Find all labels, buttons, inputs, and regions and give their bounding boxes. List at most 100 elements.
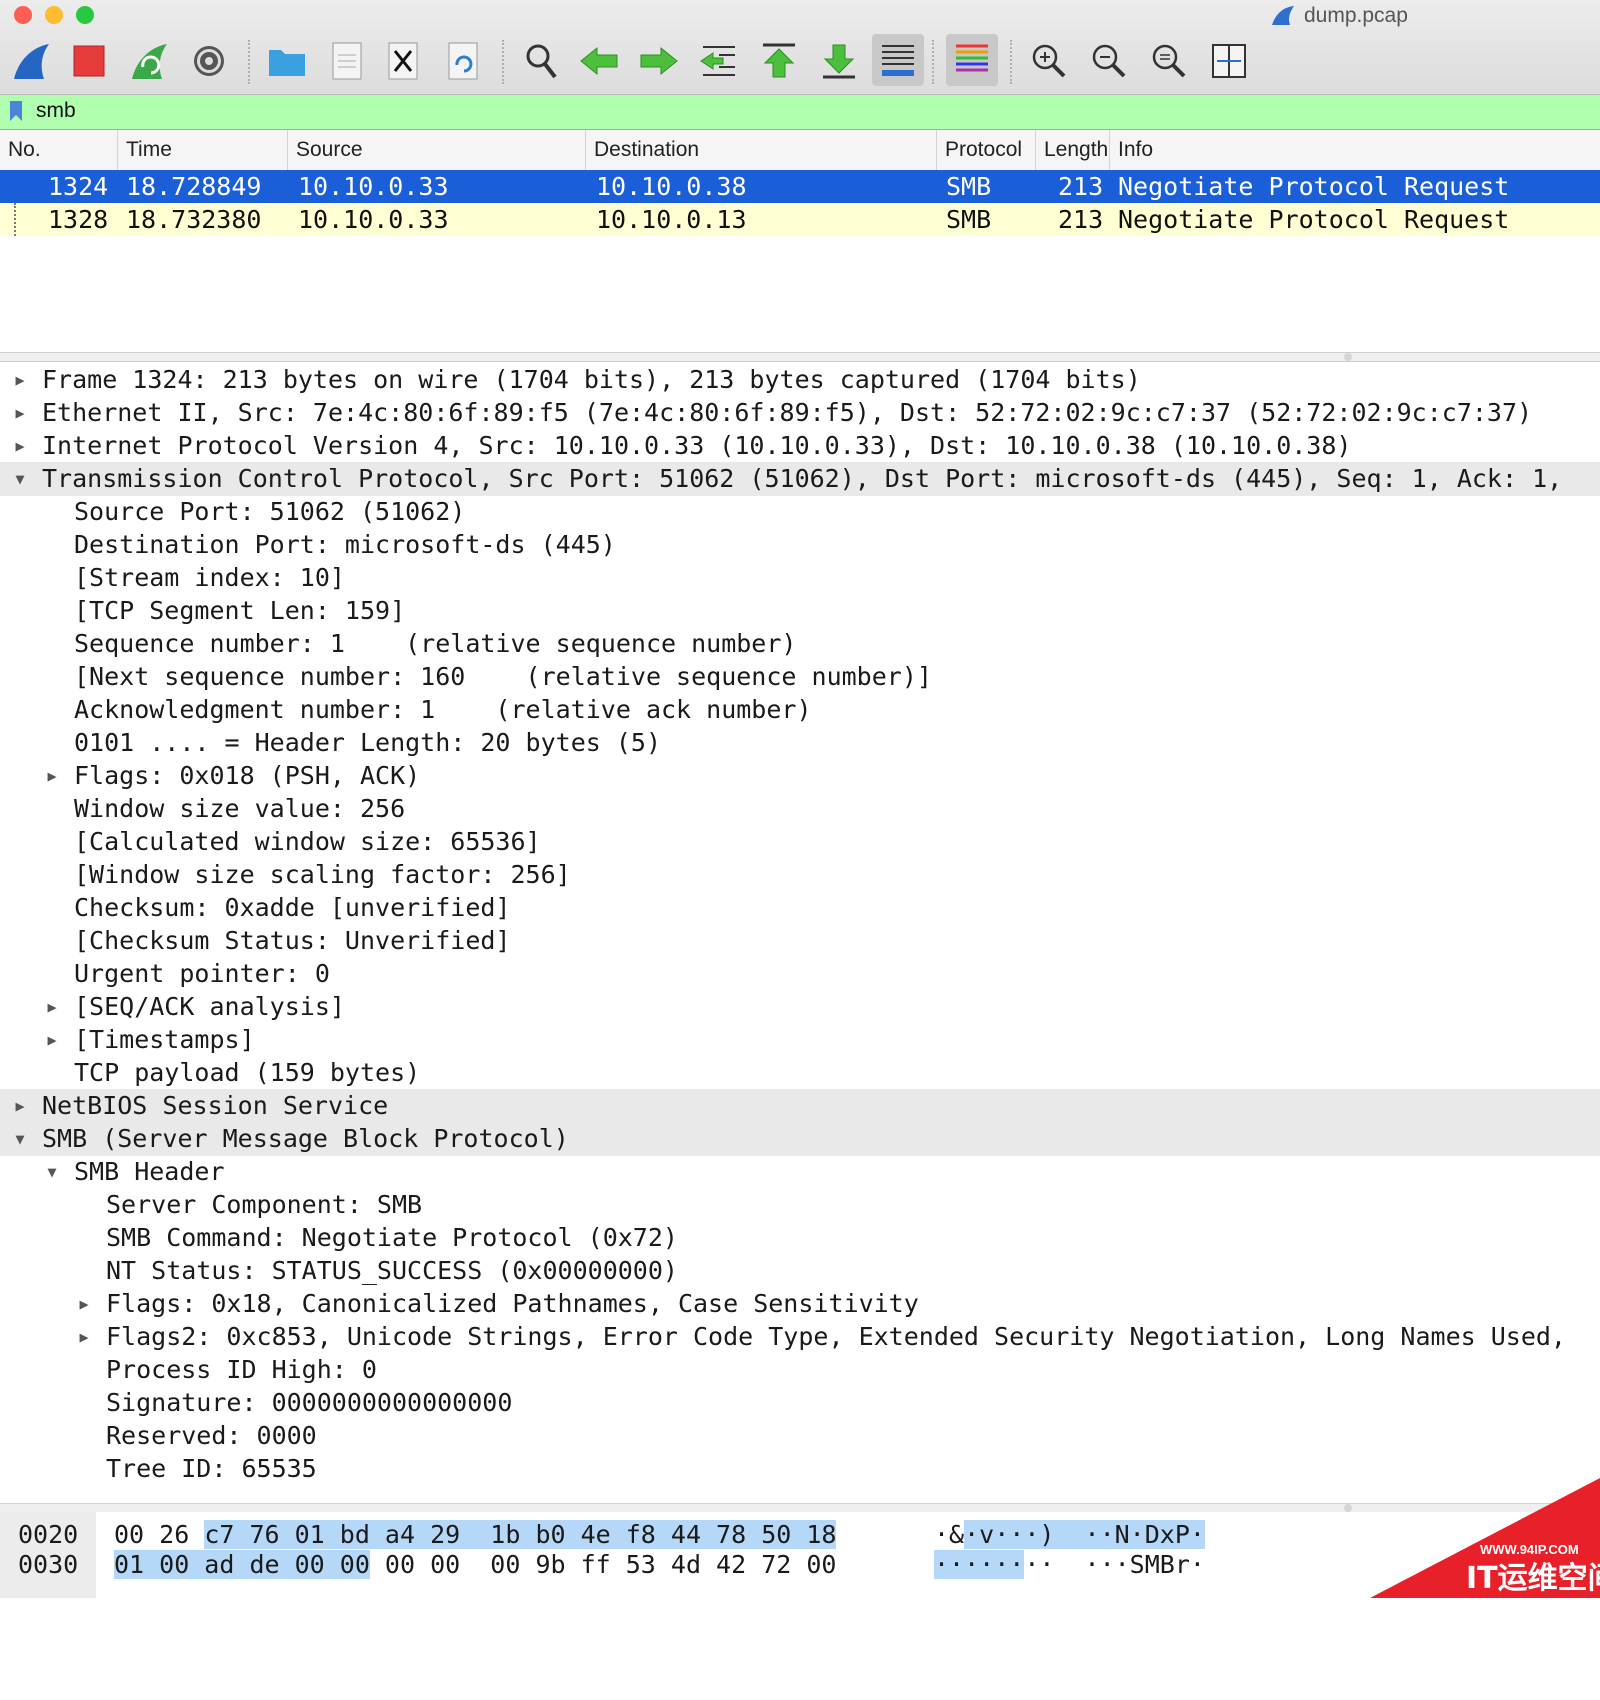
- packet-row[interactable]: 1328 18.732380 10.10.0.33 10.10.0.13 SMB…: [0, 203, 1600, 236]
- toolbar-separator: [502, 40, 505, 84]
- detail-tree-item[interactable]: NT Status: STATUS_SUCCESS (0x00000000): [0, 1254, 1600, 1288]
- packet-row[interactable]: 1324 18.728849 10.10.0.33 10.10.0.38 SMB…: [0, 170, 1600, 203]
- detail-tree-item[interactable]: ▶ Frame 1324: 213 bytes on wire (1704 bit…: [0, 363, 1600, 397]
- disclosure-collapsed-icon[interactable]: ▶: [10, 1089, 30, 1123]
- detail-tree-item[interactable]: Server Component: SMB: [0, 1188, 1600, 1222]
- detail-tree-item[interactable]: [Next sequence number: 160 (relative seq…: [0, 660, 1600, 694]
- auto-scroll-button[interactable]: [872, 34, 924, 86]
- detail-tree-item[interactable]: ▶ [SEQ/ACK analysis]: [0, 990, 1600, 1024]
- detail-tree-item[interactable]: ▶ Flags2: 0xc853, Unicode Strings, Error …: [0, 1320, 1600, 1354]
- detail-tree-text: [SEQ/ACK analysis]: [74, 992, 345, 1021]
- save-file-icon: [332, 42, 362, 80]
- find-packet-button[interactable]: [518, 38, 564, 84]
- column-header-info[interactable]: Info: [1110, 130, 1600, 170]
- minimize-window-button[interactable]: [45, 6, 63, 24]
- zoom-window-button[interactable]: [76, 6, 94, 24]
- disclosure-collapsed-icon[interactable]: ▶: [10, 396, 30, 430]
- detail-tree-item[interactable]: Signature: 0000000000000000: [0, 1386, 1600, 1420]
- column-header-length[interactable]: Length: [1036, 130, 1110, 170]
- detail-tree-item[interactable]: ▼ SMB (Server Message Block Protocol): [0, 1122, 1600, 1156]
- detail-tree-item[interactable]: ▶ Flags: 0x18, Canonicalized Pathnames, C…: [0, 1287, 1600, 1321]
- detail-tree-text: Sequence number: 1 (relative sequence nu…: [74, 629, 797, 658]
- detail-tree-item[interactable]: ▶ Ethernet II, Src: 7e:4c:80:6f:89:f5 (7e…: [0, 396, 1600, 430]
- detail-tree-item[interactable]: Urgent pointer: 0: [0, 957, 1600, 991]
- detail-tree-item[interactable]: TCP payload (159 bytes): [0, 1056, 1600, 1090]
- packet-list: No. Time Source Destination Protocol Len…: [0, 130, 1600, 353]
- start-capture-button[interactable]: [8, 38, 54, 84]
- detail-tree-item[interactable]: ▶ NetBIOS Session Service: [0, 1089, 1600, 1123]
- detail-tree-item[interactable]: [TCP Segment Len: 159]: [0, 594, 1600, 628]
- detail-tree-item[interactable]: Reserved: 0000: [0, 1419, 1600, 1453]
- bytes-row[interactable]: 0030 01 00 ad de 00 00 00 00 00 9b ff 53…: [0, 1550, 1600, 1580]
- detail-tree-item[interactable]: Destination Port: microsoft-ds (445): [0, 528, 1600, 562]
- disclosure-collapsed-icon[interactable]: ▶: [74, 1320, 94, 1354]
- disclosure-collapsed-icon[interactable]: ▶: [10, 429, 30, 463]
- zoom-in-button[interactable]: [1026, 38, 1072, 84]
- splitter-handle[interactable]: [1344, 1504, 1352, 1512]
- detail-tree-item[interactable]: Sequence number: 1 (relative sequence nu…: [0, 627, 1600, 661]
- go-last-packet-button[interactable]: [816, 38, 862, 84]
- detail-tree-item[interactable]: [Window size scaling factor: 256]: [0, 858, 1600, 892]
- restart-capture-button[interactable]: [126, 38, 172, 84]
- bytes-hex-rest: 00 00 00 9b ff 53 4d 42 72 00: [369, 1550, 837, 1579]
- detail-tree-item[interactable]: ▼ SMB Header: [0, 1155, 1600, 1189]
- detail-tree-item[interactable]: 0101 .... = Header Length: 20 bytes (5): [0, 726, 1600, 760]
- detail-tree-item[interactable]: ▶ Flags: 0x018 (PSH, ACK): [0, 759, 1600, 793]
- pane-splitter[interactable]: [0, 352, 1600, 362]
- bytes-offset: 0030: [18, 1550, 79, 1579]
- detail-tree-item[interactable]: Window size value: 256: [0, 792, 1600, 826]
- capture-options-button[interactable]: [186, 38, 232, 84]
- column-header-time[interactable]: Time: [118, 130, 288, 170]
- detail-tree-text: SMB (Server Message Block Protocol): [42, 1124, 569, 1153]
- go-forward-button[interactable]: [636, 38, 682, 84]
- detail-tree-item[interactable]: Source Port: 51062 (51062): [0, 495, 1600, 529]
- close-file-button[interactable]: [380, 38, 426, 84]
- disclosure-expanded-icon[interactable]: ▼: [10, 462, 30, 496]
- column-header-protocol[interactable]: Protocol: [937, 130, 1036, 170]
- close-window-button[interactable]: [14, 6, 32, 24]
- disclosure-collapsed-icon[interactable]: ▶: [74, 1287, 94, 1321]
- detail-tree-item[interactable]: [Calculated window size: 65536]: [0, 825, 1600, 859]
- column-header-no[interactable]: No.: [0, 130, 118, 170]
- normal-size-button[interactable]: [1146, 38, 1192, 84]
- colorize-button[interactable]: [946, 34, 998, 86]
- display-filter-input[interactable]: [36, 97, 1576, 125]
- go-back-button[interactable]: [576, 38, 622, 84]
- detail-tree-item[interactable]: [Stream index: 10]: [0, 561, 1600, 595]
- disclosure-expanded-icon[interactable]: ▼: [10, 1122, 30, 1156]
- reload-file-button[interactable]: [440, 38, 486, 84]
- open-file-button[interactable]: [264, 38, 310, 84]
- detail-tree-item[interactable]: ▶ Internet Protocol Version 4, Src: 10.10…: [0, 429, 1600, 463]
- packet-bytes-pane: 0020 00 26 c7 76 01 bd a4 29 1b b0 4e f8…: [0, 1512, 1600, 1598]
- disclosure-collapsed-icon[interactable]: ▶: [10, 363, 30, 397]
- save-file-button[interactable]: [324, 38, 370, 84]
- go-to-packet-button[interactable]: [696, 38, 742, 84]
- stop-capture-button[interactable]: [66, 38, 112, 84]
- display-filter-bar: [0, 94, 1600, 130]
- resize-columns-button[interactable]: [1206, 38, 1252, 84]
- site-watermark: WWW.94IP.COM IT运维空间: [1370, 1478, 1600, 1598]
- detail-tree-item[interactable]: SMB Command: Negotiate Protocol (0x72): [0, 1221, 1600, 1255]
- disclosure-expanded-icon[interactable]: ▼: [42, 1155, 62, 1189]
- zoom-out-button[interactable]: [1086, 38, 1132, 84]
- splitter-handle[interactable]: [1344, 353, 1352, 361]
- disclosure-collapsed-icon[interactable]: ▶: [42, 759, 62, 793]
- packet-protocol: SMB: [946, 172, 992, 201]
- detail-tree-text: Acknowledgment number: 1 (relative ack n…: [74, 695, 812, 724]
- bytes-row[interactable]: 0020 00 26 c7 76 01 bd a4 29 1b b0 4e f8…: [0, 1520, 1600, 1550]
- column-header-source[interactable]: Source: [288, 130, 586, 170]
- detail-tree-item[interactable]: ▼ Transmission Control Protocol, Src Port…: [0, 462, 1600, 496]
- detail-tree-item[interactable]: Process ID High: 0: [0, 1353, 1600, 1387]
- filter-bookmark-icon[interactable]: [10, 101, 22, 121]
- detail-tree-item[interactable]: Checksum: 0xadde [unverified]: [0, 891, 1600, 925]
- bytes-ascii: ·&·v···) ··N·DxP·: [934, 1520, 1205, 1550]
- disclosure-collapsed-icon[interactable]: ▶: [42, 1023, 62, 1057]
- detail-tree-item[interactable]: Tree ID: 65535: [0, 1452, 1600, 1486]
- detail-tree-item[interactable]: Acknowledgment number: 1 (relative ack n…: [0, 693, 1600, 727]
- column-header-destination[interactable]: Destination: [586, 130, 937, 170]
- go-first-packet-button[interactable]: [756, 38, 802, 84]
- detail-tree-text: [Timestamps]: [74, 1025, 255, 1054]
- detail-tree-item[interactable]: [Checksum Status: Unverified]: [0, 924, 1600, 958]
- disclosure-collapsed-icon[interactable]: ▶: [42, 990, 62, 1024]
- detail-tree-item[interactable]: ▶ [Timestamps]: [0, 1023, 1600, 1057]
